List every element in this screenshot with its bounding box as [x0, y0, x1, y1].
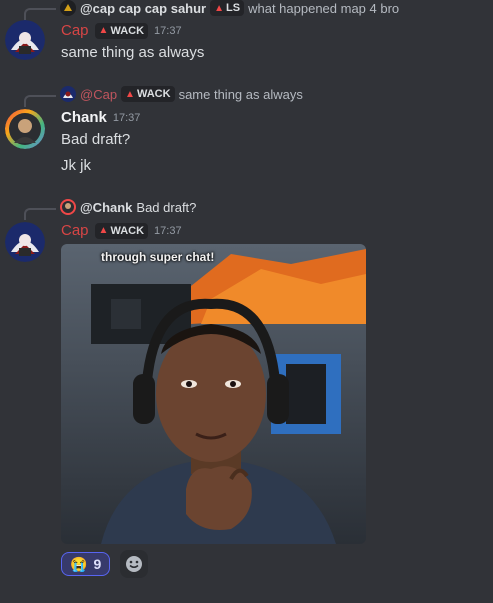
flame-icon: ▲ — [98, 225, 109, 236]
cap-avatar-icon — [5, 222, 45, 262]
reply-author[interactable]: @Cap — [80, 87, 117, 102]
image-caption: through super chat! — [101, 250, 215, 264]
guild-tag: ▲ LS — [210, 0, 245, 16]
avatar[interactable] — [5, 20, 45, 60]
reply-preview[interactable]: @Chank Bad draft? — [60, 199, 196, 215]
message-text: Jk jk — [61, 157, 91, 174]
reply-author[interactable]: @Chank — [80, 200, 132, 215]
reply-connector — [24, 208, 56, 220]
add-reaction-button[interactable] — [120, 550, 148, 578]
timestamp[interactable]: 17:37 — [113, 112, 141, 124]
flame-icon: ▲ — [214, 2, 225, 14]
reply-text[interactable]: what happened map 4 bro — [248, 1, 399, 16]
avatar[interactable] — [5, 222, 45, 262]
chank-avatar-icon — [5, 109, 45, 149]
reply-connector — [24, 95, 56, 107]
message-header: Chank 17:37 — [61, 109, 140, 126]
flame-icon: ▲ — [125, 88, 135, 100]
guild-tag: ▲ WACK — [121, 86, 175, 102]
reply-preview[interactable]: @Cap ▲ WACK same thing as always — [60, 86, 303, 102]
flame-icon: ▲ — [98, 25, 109, 36]
timestamp[interactable]: 17:37 — [154, 225, 182, 237]
reply-avatar — [60, 0, 76, 16]
reply-avatar — [60, 199, 76, 215]
image-attachment[interactable]: through super chat! — [61, 244, 366, 544]
message-header: Cap ▲ WACK 17:37 — [61, 22, 182, 39]
reply-preview[interactable]: @cap cap cap sahur ▲ LS what happened map… — [60, 0, 399, 16]
username[interactable]: Cap — [61, 22, 89, 39]
reply-connector — [24, 8, 56, 20]
reply-author[interactable]: @cap cap cap sahur — [80, 1, 206, 16]
message-header: Cap ▲ WACK 17:37 — [61, 222, 182, 239]
reply-text[interactable]: Bad draft? — [136, 200, 196, 215]
avatar[interactable] — [5, 109, 45, 149]
reaction-gif-image — [61, 244, 366, 544]
timestamp[interactable]: 17:37 — [154, 25, 182, 37]
reaction-button[interactable]: 😭 9 — [61, 552, 111, 576]
message-text: Bad draft? — [61, 131, 131, 148]
reaction-count: 9 — [93, 556, 102, 572]
reply-text[interactable]: same thing as always — [179, 87, 303, 102]
message-text: same thing as always — [61, 44, 205, 61]
username[interactable]: Cap — [61, 222, 89, 239]
reply-avatar — [60, 86, 76, 102]
guild-tag[interactable]: ▲ WACK — [94, 222, 149, 239]
username[interactable]: Chank — [61, 109, 107, 126]
crying-face-icon: 😭 — [70, 555, 88, 572]
smile-plus-icon — [126, 556, 142, 572]
cap-avatar-icon — [5, 20, 45, 60]
guild-tag[interactable]: ▲ WACK — [94, 22, 149, 39]
